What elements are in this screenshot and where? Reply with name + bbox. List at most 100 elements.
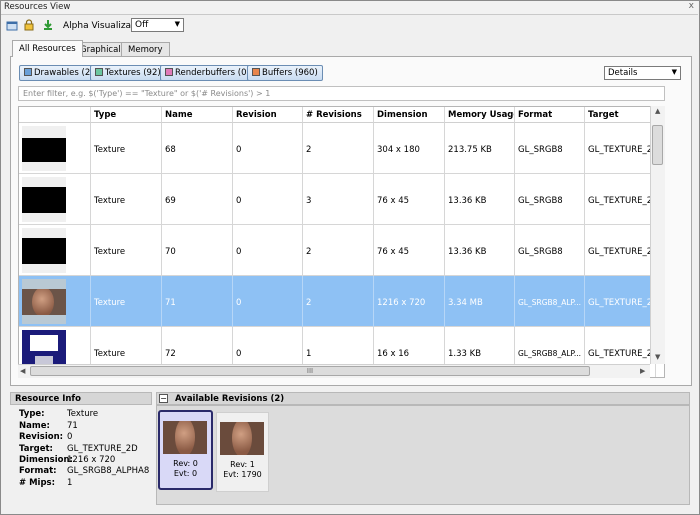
info-dimension-value: 1216 x 720 (67, 455, 116, 465)
vertical-scroll-thumb[interactable] (652, 125, 663, 165)
column-header-target[interactable]: Target (585, 107, 656, 123)
type-cell: Texture (91, 225, 162, 276)
column-header-format[interactable]: Format (515, 107, 585, 123)
filter-buffers-label: Buffers (960) (262, 68, 318, 78)
format-cell: GL_SRGB8 (515, 225, 585, 276)
memory-usage-cell: 13.36 KB (445, 174, 515, 225)
alpha-visualization-select[interactable]: Off ▼ (131, 18, 184, 32)
table-row[interactable]: Texture 70 0 2 76 x 45 13.36 KB GL_SRGB8… (19, 225, 664, 276)
format-cell: GL_SRGB8 (515, 174, 585, 225)
info-format-key: Format: (19, 466, 57, 476)
target-cell: GL_TEXTURE_2D (585, 276, 656, 327)
name-cell: 69 (162, 174, 233, 225)
revision-thumbnail (163, 421, 207, 454)
thumbnail-cell (19, 123, 91, 174)
type-cell: Texture (91, 276, 162, 327)
lock-icon[interactable] (23, 19, 35, 31)
close-icon[interactable]: x (689, 1, 694, 11)
column-header-revisions[interactable]: # Revisions (303, 107, 374, 123)
dimension-cell: 76 x 45 (374, 225, 445, 276)
filter-input[interactable]: Enter filter, e.g. $('Type') == "Texture… (18, 86, 665, 101)
column-header-revision[interactable]: Revision (233, 107, 303, 123)
title-bar (1, 1, 698, 15)
info-target-key: Target: (19, 444, 53, 454)
renderbuffers-color-swatch (165, 68, 173, 76)
filter-drawables-button[interactable]: Drawables (2) (19, 65, 99, 81)
column-header-dimension[interactable]: Dimension (374, 107, 445, 123)
info-type-value: Texture (67, 409, 99, 419)
texture-thumbnail (22, 177, 66, 222)
buffers-color-swatch (252, 68, 260, 76)
revision-thumbnail (220, 422, 264, 455)
filter-textures-button[interactable]: Textures (92) (90, 65, 166, 81)
target-cell: GL_TEXTURE_2D (585, 174, 656, 225)
info-name-key: Name: (19, 421, 50, 431)
revision-rev-label: Rev: 1 (230, 460, 255, 469)
texture-thumbnail (22, 126, 66, 171)
name-cell: 71 (162, 276, 233, 327)
scroll-left-icon[interactable]: ◀ (20, 367, 25, 375)
collapse-icon[interactable]: − (159, 394, 168, 403)
tab-all-resources[interactable]: All Resources (12, 40, 83, 57)
table-row-selected[interactable]: Texture 71 0 2 1216 x 720 3.34 MB GL_SRG… (19, 276, 664, 327)
scroll-up-icon[interactable]: ▲ (655, 107, 660, 115)
table-row[interactable]: Texture 68 0 2 304 x 180 213.75 KB GL_SR… (19, 123, 664, 174)
chevron-down-icon: ▼ (174, 20, 180, 28)
download-icon[interactable] (42, 19, 54, 31)
memory-usage-cell: 3.34 MB (445, 276, 515, 327)
table-row[interactable]: Texture 69 0 3 76 x 45 13.36 KB GL_SRGB8… (19, 174, 664, 225)
column-header-name[interactable]: Name (162, 107, 233, 123)
resources-table: Type Name Revision # Revisions Dimension… (18, 106, 665, 378)
thumbnail-cell (19, 225, 91, 276)
texture-thumbnail (22, 279, 66, 324)
view-mode-select[interactable]: Details ▼ (604, 66, 681, 80)
column-header-thumbnail[interactable] (19, 107, 91, 123)
memory-usage-cell: 213.75 KB (445, 123, 515, 174)
info-mips-value: 1 (67, 478, 73, 488)
revisions-cell: 2 (303, 123, 374, 174)
revisions-cell: 2 (303, 225, 374, 276)
revision-cell: 0 (233, 225, 303, 276)
revision-card[interactable]: Rev: 1 Evt: 1790 (216, 412, 269, 492)
memory-usage-cell: 13.36 KB (445, 225, 515, 276)
tab-memory[interactable]: Memory (121, 42, 170, 56)
chevron-down-icon: ▼ (671, 68, 677, 76)
target-cell: GL_TEXTURE_2D (585, 123, 656, 174)
column-header-memory-usage[interactable]: Memory Usage (445, 107, 515, 123)
texture-thumbnail (22, 228, 66, 273)
info-name-value: 71 (67, 421, 78, 431)
info-revision-value: 0 (67, 432, 73, 442)
name-cell: 68 (162, 123, 233, 174)
dimension-cell: 304 x 180 (374, 123, 445, 174)
column-header-type[interactable]: Type (91, 107, 162, 123)
filter-renderbuffers-label: Renderbuffers (0) (175, 68, 250, 78)
revision-cell: 0 (233, 174, 303, 225)
thumbnail-cell (19, 276, 91, 327)
horizontal-scroll-thumb[interactable]: III (30, 366, 590, 376)
scroll-down-icon[interactable]: ▼ (655, 353, 660, 361)
target-cell: GL_TEXTURE_2D (585, 225, 656, 276)
info-mips-key: # Mips: (19, 478, 55, 488)
info-type-key: Type: (19, 409, 45, 419)
window-icon[interactable] (6, 20, 18, 32)
filter-drawables-label: Drawables (2) (34, 68, 94, 78)
info-target-value: GL_TEXTURE_2D (67, 444, 138, 454)
revisions-cell: 2 (303, 276, 374, 327)
filter-renderbuffers-button[interactable]: Renderbuffers (0) (160, 65, 255, 81)
revision-evt-label: Evt: 1790 (223, 470, 262, 479)
drawables-color-swatch (24, 68, 32, 76)
revision-card-selected[interactable]: Rev: 0 Evt: 0 (158, 410, 213, 490)
available-revisions-header: Available Revisions (2) (156, 392, 690, 405)
textures-color-swatch (95, 68, 103, 76)
name-cell: 70 (162, 225, 233, 276)
revisions-cell: 3 (303, 174, 374, 225)
revision-cell: 0 (233, 276, 303, 327)
info-format-value: GL_SRGB8_ALPHA8 (67, 466, 150, 476)
revision-cell: 0 (233, 123, 303, 174)
scroll-right-icon[interactable]: ▶ (640, 367, 645, 375)
resource-info-header: Resource Info (10, 392, 152, 405)
format-cell: GL_SRGB8 (515, 123, 585, 174)
revision-rev-label: Rev: 0 (173, 459, 198, 468)
type-cell: Texture (91, 174, 162, 225)
filter-buffers-button[interactable]: Buffers (960) (247, 65, 323, 81)
